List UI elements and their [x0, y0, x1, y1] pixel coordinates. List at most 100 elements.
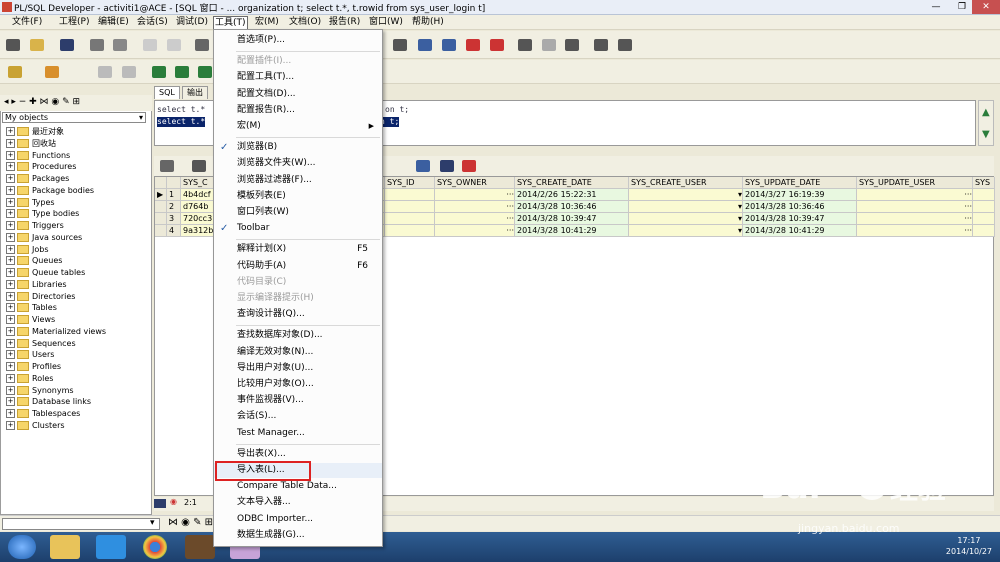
menu-item[interactable]: 文本导入器...	[214, 495, 382, 510]
menu-item[interactable]: 代码助手(A) F6	[214, 259, 382, 274]
column-header[interactable]: SYS_UPDATE_DATE	[743, 177, 857, 189]
expand-icon[interactable]: +	[6, 315, 15, 324]
expand-icon[interactable]: +	[6, 326, 15, 336]
cell-create-user[interactable]: ▾	[629, 225, 743, 237]
find-next-icon[interactable]	[542, 39, 556, 51]
comment-icon[interactable]	[466, 39, 480, 51]
tree-item[interactable]: + Database links	[6, 396, 91, 407]
find-input[interactable]	[2, 518, 160, 530]
menu-report[interactable]: 报告(R)	[327, 16, 362, 29]
cell-create-date[interactable]: 2014/3/28 10:36:46	[515, 201, 629, 213]
arrow-up-icon[interactable]: ▲	[982, 107, 990, 118]
tree-item[interactable]: + Queue tables	[6, 267, 85, 278]
tree-item[interactable]: + Tables	[6, 302, 57, 313]
ie-icon[interactable]	[96, 535, 126, 559]
row-indicator[interactable]	[155, 201, 167, 213]
chevron-down-icon[interactable]: ▾	[139, 113, 143, 122]
db-connect-icon[interactable]	[152, 66, 166, 78]
minimize-button[interactable]: —	[922, 0, 950, 14]
tree-item[interactable]: + Synonyms	[6, 385, 74, 396]
tab-sql[interactable]: SQL	[154, 86, 180, 99]
expand-icon[interactable]: +	[6, 279, 15, 289]
cell-create-user[interactable]: ▾	[629, 201, 743, 213]
menu-item[interactable]: 窗口列表(W)	[214, 205, 382, 220]
start-button[interactable]	[8, 535, 36, 559]
row-indicator[interactable]: ▶	[155, 189, 167, 201]
tree-item[interactable]: + 回收站	[6, 138, 56, 149]
cell-sys-id[interactable]	[385, 189, 435, 201]
menu-help[interactable]: 帮助(H)	[410, 16, 446, 29]
cell-update-date[interactable]: 2014/3/28 10:36:46	[743, 201, 857, 213]
cell-update-user[interactable]: ···	[857, 225, 973, 237]
indent-icon[interactable]	[418, 39, 432, 51]
cell-create-date[interactable]: 2014/3/28 10:39:47	[515, 213, 629, 225]
tile-icon[interactable]	[618, 39, 632, 51]
cell-sys[interactable]	[973, 189, 995, 201]
export-results-icon[interactable]	[462, 160, 476, 172]
plsql-icon[interactable]	[185, 535, 215, 559]
expand-icon[interactable]: +	[6, 232, 15, 242]
column-header[interactable]: SYS_CREATE_USER	[629, 177, 743, 189]
menu-edit[interactable]: 编辑(E)	[96, 16, 131, 29]
tree-item[interactable]: + Type bodies	[6, 208, 79, 219]
cell-sys[interactable]	[973, 213, 995, 225]
cell-sys[interactable]	[973, 225, 995, 237]
browser-nav-icons[interactable]: ◂ ▸ − ✚ ⋈ ◉ ✎ ⊞	[4, 97, 80, 107]
menu-item[interactable]: ✓ Toolbar	[214, 221, 382, 236]
expand-icon[interactable]: +	[6, 420, 15, 430]
cell-update-date[interactable]: 2014/3/28 10:39:47	[743, 213, 857, 225]
arrow-down-icon[interactable]: ▼	[982, 129, 990, 140]
menu-item[interactable]: 事件监视器(V)...	[214, 393, 382, 408]
tree-item[interactable]: + Profiles	[6, 361, 61, 372]
menu-item[interactable]: 导出用户对象(U)...	[214, 361, 382, 376]
expand-icon[interactable]: +	[6, 291, 15, 301]
cell-owner[interactable]: ···	[435, 201, 515, 213]
expand-icon[interactable]: +	[6, 209, 15, 219]
tree-item[interactable]: + 最近对象	[6, 126, 64, 137]
menu-item[interactable]: 查找数据库对象(D)...	[214, 328, 382, 343]
menu-item[interactable]: 比较用户对象(O)...	[214, 377, 382, 392]
cell-create-date[interactable]: 2014/2/26 15:22:31	[515, 189, 629, 201]
expand-icon[interactable]: +	[6, 127, 15, 136]
column-header[interactable]: SYS_OWNER	[435, 177, 515, 189]
menu-file[interactable]: 文件(F)	[10, 16, 44, 29]
expand-icon[interactable]: +	[6, 174, 15, 183]
windows-icon[interactable]	[594, 39, 608, 51]
menu-item[interactable]: 配置文档(D)...	[214, 87, 382, 102]
tree-item[interactable]: + Packages	[6, 173, 69, 184]
commit-icon[interactable]	[98, 66, 112, 78]
document-icon[interactable]	[393, 39, 407, 51]
menu-item[interactable]: 编译无效对象(N)...	[214, 345, 382, 360]
menu-item[interactable]: 首选项(P)...	[214, 33, 382, 48]
expand-icon[interactable]: +	[6, 221, 15, 230]
expand-icon[interactable]: +	[6, 303, 15, 313]
grid-icon[interactable]	[160, 160, 174, 172]
tree-item[interactable]: + Roles	[6, 373, 53, 384]
cell-update-user[interactable]: ···	[857, 189, 973, 201]
open-icon[interactable]	[30, 39, 44, 51]
chevron-down-icon[interactable]: ▾	[150, 518, 155, 528]
tree-item[interactable]: + Directories	[6, 291, 75, 302]
expand-icon[interactable]: +	[6, 409, 15, 418]
row-number[interactable]: 4	[167, 225, 181, 237]
cell-sys-id[interactable]	[385, 213, 435, 225]
db-browse-icon[interactable]	[198, 66, 212, 78]
menu-item[interactable]: ODBC Importer...	[214, 512, 382, 527]
cell-owner[interactable]: ···	[435, 225, 515, 237]
tree-item[interactable]: + Queues	[6, 255, 62, 266]
tree-item[interactable]: + Package bodies	[6, 185, 94, 196]
tab-output[interactable]: 输出	[182, 86, 208, 99]
tree-item[interactable]: + Sequences	[6, 338, 76, 349]
column-header[interactable]: SYS_UPDATE_USER	[857, 177, 973, 189]
tree-item[interactable]: + Functions	[6, 150, 70, 161]
menu-item[interactable]: 导出表(X)...	[214, 447, 382, 462]
uncomment-icon[interactable]	[490, 39, 504, 51]
expand-icon[interactable]: +	[6, 362, 15, 371]
cell-owner[interactable]: ···	[435, 189, 515, 201]
find-tools-icons[interactable]: ⋈ ◉ ✎ ⊞	[168, 517, 213, 528]
column-header[interactable]: SYS_CREATE_DATE	[515, 177, 629, 189]
redo-icon[interactable]	[167, 39, 181, 51]
row-number[interactable]: 3	[167, 213, 181, 225]
outdent-icon[interactable]	[442, 39, 456, 51]
menu-item[interactable]: 浏览器文件夹(W)...	[214, 156, 382, 171]
